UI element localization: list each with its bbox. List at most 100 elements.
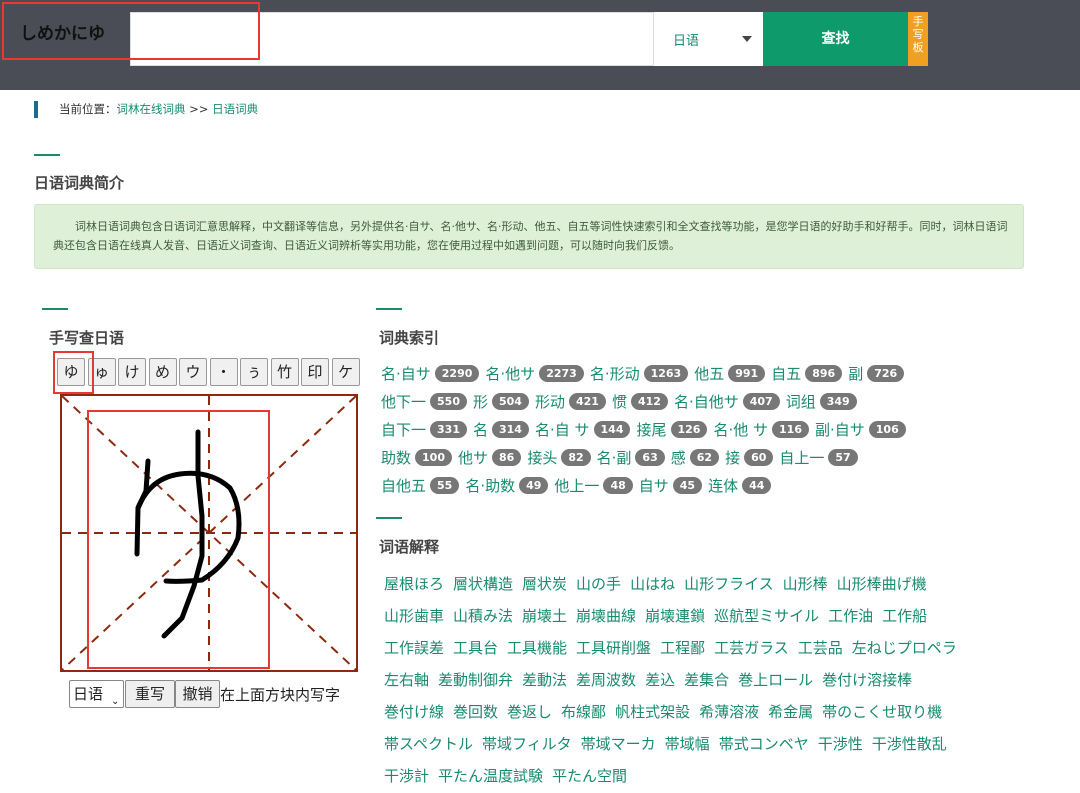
index-link[interactable]: 名·他 サ 116 — [713, 416, 809, 444]
word-link[interactable]: 布線鄙 — [561, 696, 606, 728]
pad-language-select[interactable]: 日语 ⌄ — [69, 680, 124, 708]
word-link[interactable]: 工作船 — [882, 600, 927, 632]
word-link[interactable]: 差込 — [645, 664, 675, 696]
candidate-button[interactable]: ウ — [179, 358, 207, 386]
word-link[interactable]: 帆柱式架設 — [615, 696, 690, 728]
word-link[interactable]: 巡航型ミサイル — [714, 600, 819, 632]
index-link[interactable]: 名·副 63 — [597, 444, 665, 472]
index-link[interactable]: 名·助数 49 — [465, 472, 549, 500]
index-link[interactable]: 自上一 57 — [779, 444, 858, 472]
word-link[interactable]: 希金属 — [768, 696, 813, 728]
word-link[interactable]: 巻返し — [507, 696, 552, 728]
word-link[interactable]: 層状構造 — [453, 568, 513, 600]
word-link[interactable]: 山の手 — [576, 568, 621, 600]
word-link[interactable]: 巻回数 — [453, 696, 498, 728]
word-link[interactable]: 工具研削盤 — [576, 632, 651, 664]
index-link[interactable]: 名·自他サ 407 — [674, 388, 780, 416]
word-link[interactable]: 左ねじプロペラ — [852, 632, 957, 664]
word-link[interactable]: 干渉計 — [384, 760, 429, 792]
index-link[interactable]: 助数 100 — [381, 444, 452, 472]
index-link[interactable]: 形 504 — [473, 388, 529, 416]
word-link[interactable]: 工作誤差 — [384, 632, 444, 664]
undo-button[interactable]: 撤销 — [175, 680, 220, 708]
word-link[interactable]: 帯スペクトル — [384, 728, 473, 760]
word-link[interactable]: 屋根ほろ — [384, 568, 444, 600]
word-link[interactable]: 層状炭 — [522, 568, 567, 600]
index-link[interactable]: 副·自サ 106 — [815, 416, 906, 444]
word-link[interactable]: 山形歯車 — [384, 600, 444, 632]
word-link[interactable]: 差周波数 — [576, 664, 636, 696]
candidate-button[interactable]: け — [118, 358, 146, 386]
word-link[interactable]: 工程鄙 — [660, 632, 705, 664]
word-link[interactable]: 山形棒曲げ機 — [837, 568, 927, 600]
language-select[interactable]: 日语 — [653, 12, 763, 66]
candidate-button[interactable]: め — [148, 358, 177, 386]
index-link[interactable]: 名·自 サ 144 — [535, 416, 631, 444]
candidate-button[interactable]: ぅ — [240, 358, 268, 386]
index-link[interactable]: 连体 44 — [708, 472, 772, 500]
candidate-button[interactable]: 竹 — [270, 358, 299, 386]
word-link[interactable]: 差動法 — [522, 664, 567, 696]
word-link[interactable]: 工具台 — [453, 632, 498, 664]
word-link[interactable]: 干渉性 — [818, 728, 863, 760]
index-link[interactable]: 惯 412 — [612, 388, 668, 416]
index-link[interactable]: 名·他サ 2273 — [485, 360, 584, 388]
breadcrumb-home-link[interactable]: 词林在线词典 — [117, 102, 186, 116]
breadcrumb-current-link[interactable]: 日语词典 — [212, 102, 258, 116]
word-link[interactable]: 希薄溶液 — [699, 696, 759, 728]
index-link[interactable]: 自他五 55 — [381, 472, 460, 500]
index-link[interactable]: 自下一 331 — [381, 416, 467, 444]
word-link[interactable]: 山形フライス — [684, 568, 774, 600]
index-link[interactable]: 接 60 — [725, 444, 774, 472]
index-link[interactable]: 感 62 — [671, 444, 720, 472]
candidate-button[interactable]: 印 — [301, 358, 329, 386]
word-link[interactable]: 差集合 — [684, 664, 729, 696]
word-link[interactable]: 山積み法 — [453, 600, 513, 632]
search-button[interactable]: 查找 — [763, 12, 908, 66]
index-link[interactable]: 接头 82 — [527, 444, 591, 472]
word-link[interactable]: 平たん空間 — [552, 760, 627, 792]
index-link[interactable]: 名·形动 1263 — [590, 360, 689, 388]
word-link[interactable]: 工具機能 — [507, 632, 567, 664]
word-link[interactable]: 帯域フィルタ — [482, 728, 572, 760]
candidate-button[interactable]: ・ — [209, 358, 238, 386]
index-link[interactable]: 词组 349 — [786, 388, 857, 416]
word-link[interactable]: 山形棒 — [783, 568, 828, 600]
word-link[interactable]: 巻付け溶接棒 — [822, 664, 912, 696]
word-link[interactable]: 工芸ガラス — [714, 632, 789, 664]
search-input[interactable] — [2, 2, 260, 60]
index-link[interactable]: 他下一 550 — [381, 388, 467, 416]
index-link[interactable]: 接尾 126 — [636, 416, 708, 444]
handwrite-button[interactable]: 手写板 — [908, 12, 928, 66]
index-link[interactable]: 副 726 — [848, 360, 905, 388]
word-link[interactable]: 巻上ロール — [738, 664, 813, 696]
word-link[interactable]: 工作油 — [828, 600, 873, 632]
rewrite-button[interactable]: 重写 — [125, 680, 175, 708]
word-link[interactable]: 山はね — [630, 568, 675, 600]
word-link[interactable]: 帯域幅 — [665, 728, 710, 760]
word-link[interactable]: 崩壊土 — [522, 600, 567, 632]
index-row: 他下一 550 形 504 形动 421 惯 412 名·自他サ 407 词组 349 — [381, 388, 1031, 416]
index-link[interactable]: 他五 991 — [694, 360, 766, 388]
index-link[interactable]: 自五 896 — [771, 360, 843, 388]
index-link[interactable]: 他サ 86 — [458, 444, 522, 472]
word-link[interactable]: 崩壊曲線 — [576, 600, 636, 632]
word-link[interactable]: 平たん温度試験 — [438, 760, 543, 792]
word-link[interactable]: 巻付け線 — [384, 696, 444, 728]
index-link[interactable]: 名 314 — [473, 416, 529, 444]
word-link[interactable]: 帯のこくせ取り機 — [822, 696, 942, 728]
word-link[interactable]: 干渉性散乱 — [872, 728, 947, 760]
section-accent-bar — [34, 154, 60, 156]
count-badge: 349 — [819, 393, 857, 410]
word-link[interactable]: 崩壊連鎖 — [645, 600, 705, 632]
index-link[interactable]: 他上一 48 — [554, 472, 633, 500]
word-link[interactable]: 帯式コンベヤ — [719, 728, 809, 760]
word-link[interactable]: 差動制御弁 — [438, 664, 513, 696]
index-link[interactable]: 名·自サ 2290 — [381, 360, 480, 388]
candidate-button[interactable]: ケ — [331, 358, 360, 386]
index-link[interactable]: 自サ 45 — [639, 472, 703, 500]
index-link[interactable]: 形动 421 — [535, 388, 606, 416]
word-link[interactable]: 帯域マーカ — [581, 728, 656, 760]
word-link[interactable]: 左右軸 — [384, 664, 429, 696]
word-link[interactable]: 工芸品 — [798, 632, 843, 664]
